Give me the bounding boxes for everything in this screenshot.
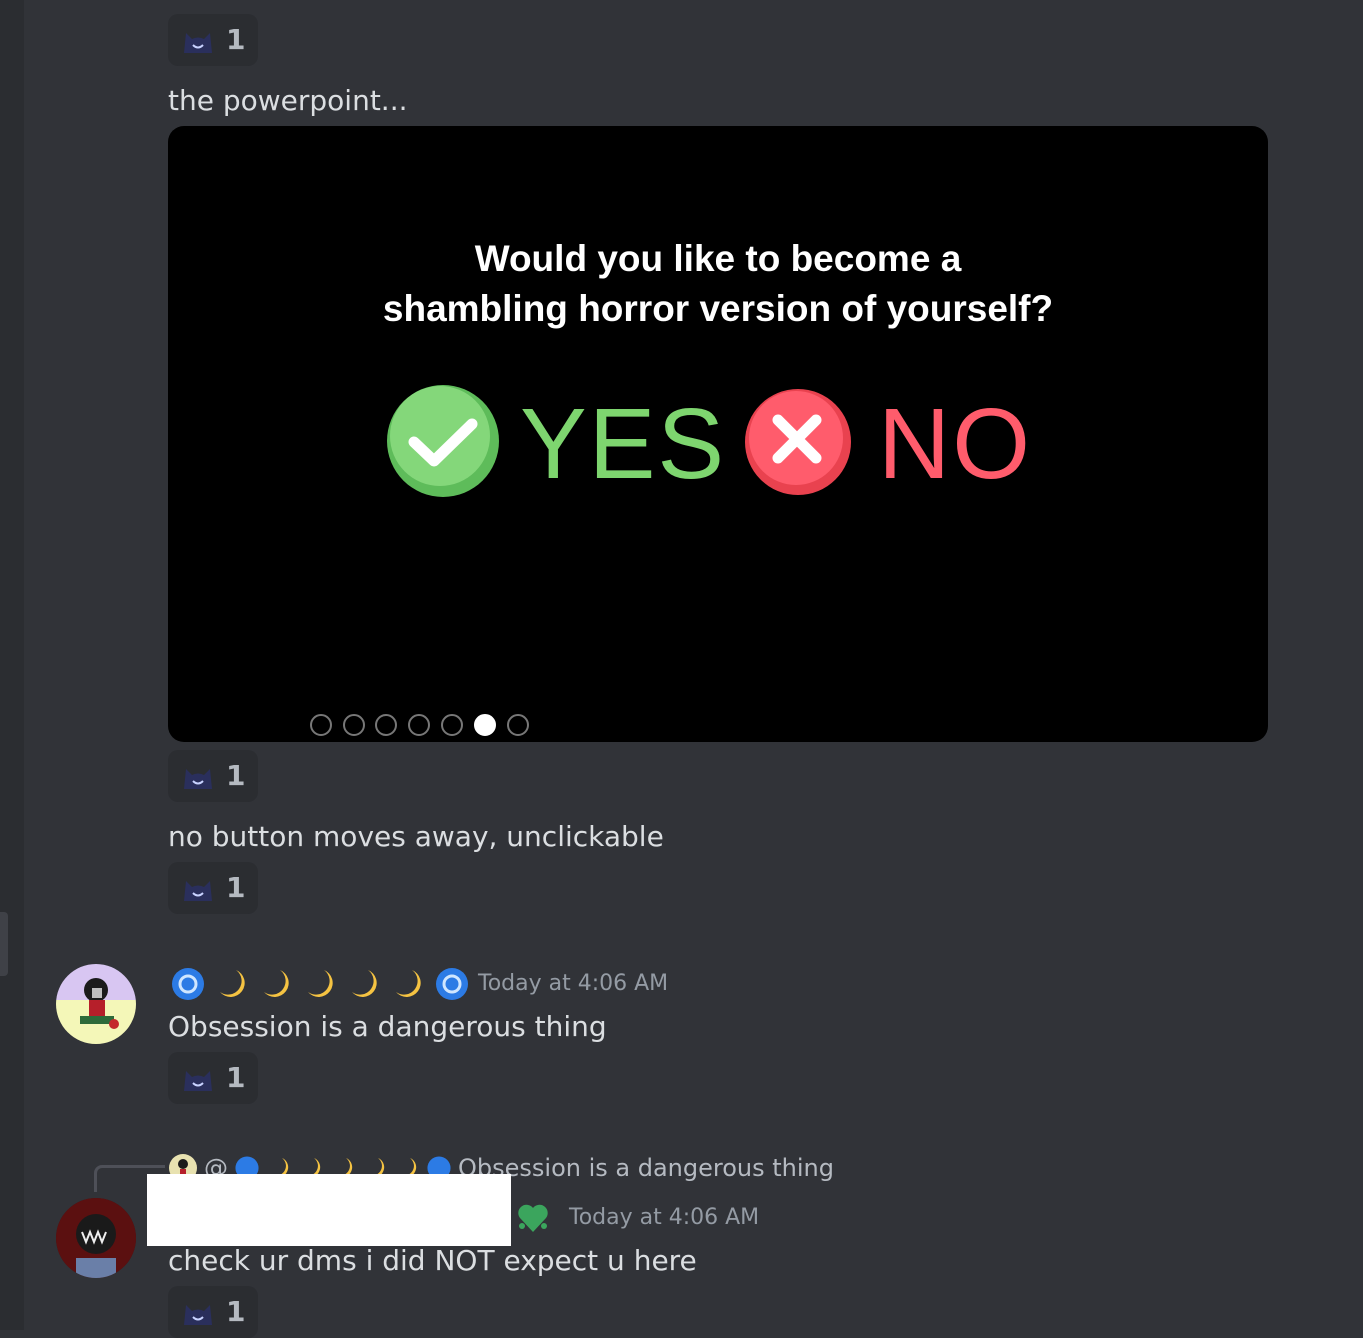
slides-icon[interactable] — [408, 714, 430, 736]
yes-label: YES — [520, 388, 727, 500]
cat-face-emoji-icon — [184, 769, 212, 789]
slide-question-line2: shambling horror version of yourself? — [382, 288, 1054, 329]
avatar[interactable] — [56, 1198, 136, 1278]
message-text: Obsession is a dangerous thing — [168, 1010, 607, 1043]
pen-icon[interactable] — [375, 714, 397, 736]
cat-face-emoji-icon — [184, 1071, 212, 1091]
reaction-count: 1 — [226, 1295, 246, 1328]
no-label: NO — [878, 388, 1032, 500]
reaction-button[interactable]: 1 — [168, 1286, 258, 1338]
reply-text: Obsession is a dangerous thing — [458, 1154, 834, 1182]
more-icon[interactable] — [507, 714, 529, 736]
cat-face-emoji-icon — [184, 1305, 212, 1325]
message-text: check ur dms i did NOT expect u here — [168, 1244, 697, 1277]
character-avatar-icon — [80, 978, 119, 1029]
crescent-moon-icon — [308, 970, 333, 997]
reaction-count: 1 — [226, 23, 246, 56]
avatar[interactable] — [56, 964, 136, 1044]
reaction-button[interactable]: 1 — [168, 1052, 258, 1104]
crescent-moon-icon — [220, 970, 245, 997]
zoom-icon[interactable] — [441, 714, 463, 736]
yes-check-icon — [387, 385, 499, 497]
message-text: the powerpoint... — [168, 84, 408, 117]
cat-face-emoji-icon — [184, 881, 212, 901]
username-emoji-row[interactable] — [170, 962, 470, 1006]
slide-question-line1: Would you like to become a — [474, 238, 962, 279]
next-icon[interactable] — [343, 714, 365, 736]
redacted-username — [147, 1174, 511, 1246]
scrollbar-thumb[interactable] — [0, 912, 8, 976]
reaction-count: 1 — [226, 871, 246, 904]
crescent-moon-icon — [396, 970, 421, 997]
monster-avatar-icon — [56, 1198, 136, 1278]
crescent-moon-icon — [352, 970, 377, 997]
reaction-count: 1 — [226, 759, 246, 792]
prev-icon[interactable] — [310, 714, 332, 736]
timestamp: Today at 4:06 AM — [478, 971, 669, 996]
reaction-button[interactable]: 1 — [168, 750, 258, 802]
timestamp: Today at 4:06 AM — [569, 1205, 760, 1230]
reaction-button[interactable]: 1 — [168, 862, 258, 914]
left-gutter — [0, 0, 24, 1330]
green-heart-badge-icon — [518, 1204, 548, 1232]
blue-swirl-icon — [436, 968, 468, 1000]
camera-icon[interactable] — [474, 714, 496, 736]
slide-image[interactable]: Would you like to become a shambling hor… — [168, 126, 1268, 742]
no-x-icon — [745, 389, 851, 495]
blue-swirl-icon — [172, 968, 204, 1000]
reaction-button[interactable]: 1 — [168, 14, 258, 66]
message-text: no button moves away, unclickable — [168, 820, 664, 853]
cat-face-emoji-icon — [184, 33, 212, 53]
reaction-count: 1 — [226, 1061, 246, 1094]
crescent-moon-icon — [264, 970, 289, 997]
